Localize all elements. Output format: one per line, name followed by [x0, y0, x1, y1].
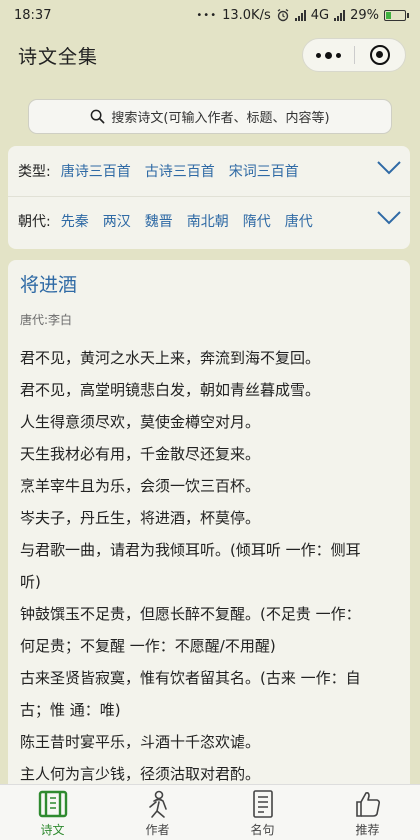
more-button[interactable]	[303, 39, 354, 71]
tab-bar: 诗文 作者 名句 推荐	[0, 784, 420, 840]
poem-line: 岑夫子，丹丘生，将进酒，杯莫停。	[20, 509, 261, 527]
poem-line: 古；惟 通：唯)	[20, 701, 121, 719]
search-placeholder: 搜索诗文(可输入作者、标题、内容等)	[111, 111, 330, 126]
battery-percent: 29%	[350, 7, 379, 23]
tab-poems[interactable]: 诗文	[13, 785, 93, 838]
type-label: 类型:	[18, 164, 51, 180]
dynasty-chip-xianqin[interactable]: 先秦	[61, 211, 89, 231]
status-dots: •••	[196, 9, 218, 21]
poem-author: 唐代:李白	[20, 313, 73, 327]
tab-quotes[interactable]: 名句	[223, 785, 303, 838]
close-button[interactable]	[355, 39, 406, 71]
tab-label: 名句	[250, 823, 275, 837]
page-title: 诗文全集	[18, 45, 99, 68]
poem-line: 何足贵；不复醒 一作：不愿醒/不用醒)	[20, 637, 276, 655]
dynasty-chip-tangdai[interactable]: 唐代	[285, 211, 313, 231]
tab-recommend[interactable]: 推荐	[328, 785, 408, 838]
status-time: 18:37	[14, 7, 52, 23]
signal-icon	[294, 9, 306, 21]
poem-body: 君不见，黄河之水天上来，奔流到海不复回。 君不见，高堂明镜悲白发，朝如青丝暮成雪…	[20, 342, 398, 790]
network-speed: 13.0K/s	[222, 7, 271, 23]
type-chip-gushi300[interactable]: 古诗三百首	[145, 161, 215, 181]
search-icon	[91, 109, 105, 124]
quote-doc-icon	[252, 790, 273, 818]
close-target-icon	[369, 45, 390, 65]
filter-type-row: 类型: 唐诗三百首 古诗三百首 宋词三百首	[8, 146, 410, 196]
poem-line: 听)	[20, 573, 41, 591]
mini-program-capsule	[302, 38, 406, 72]
poem-line: 君不见，黄河之水天上来，奔流到海不复回。	[20, 349, 321, 367]
signal-icon-2	[334, 9, 346, 21]
type-chip-songci300[interactable]: 宋词三百首	[229, 161, 299, 181]
tab-label: 诗文	[40, 823, 65, 837]
dynasty-chip-suidai[interactable]: 隋代	[243, 211, 271, 231]
dynasty-chip-lianghan[interactable]: 两汉	[103, 211, 131, 231]
poem-line: 天生我材必有用，千金散尽还复来。	[20, 445, 261, 463]
filter-dynasty-row: 朝代: 先秦 两汉 魏晋 南北朝 隋代 唐代	[8, 196, 410, 246]
status-right: ••• 13.0K/s 4G 29%	[196, 7, 409, 23]
filter-card: 类型: 唐诗三百首 古诗三百首 宋词三百首 朝代: 先秦 两汉 魏晋 南北朝 隋…	[8, 146, 410, 249]
tab-label: 推荐	[355, 823, 380, 837]
status-bar: 18:37 ••• 13.0K/s 4G 29%	[0, 0, 420, 30]
poem-line: 古来圣贤皆寂寞，惟有饮者留其名。(古来 一作：自	[20, 669, 361, 687]
dynasty-chip-nanbeichao[interactable]: 南北朝	[187, 211, 229, 231]
battery-icon	[384, 9, 409, 21]
poem-book-icon	[38, 790, 67, 818]
poem-line: 人生得意须尽欢，莫使金樽空对月。	[20, 413, 261, 431]
dynasty-chip-weijin[interactable]: 魏晋	[145, 211, 173, 231]
dynasty-label: 朝代:	[18, 214, 51, 230]
poem-line: 君不见，高堂明镜悲白发，朝如青丝暮成雪。	[20, 381, 321, 399]
network-type: 4G	[310, 7, 330, 23]
type-chip-tang300[interactable]: 唐诗三百首	[61, 161, 131, 181]
nav-bar: 诗文全集	[0, 30, 420, 80]
tab-label: 作者	[145, 823, 170, 837]
poem-card[interactable]: 将进酒 唐代:李白 君不见，黄河之水天上来，奔流到海不复回。 君不见，高堂明镜悲…	[8, 260, 410, 800]
poem-line: 与君歌一曲，请君为我倾耳听。(倾耳听 一作：侧耳	[20, 541, 361, 559]
alarm-icon	[277, 8, 289, 22]
author-icon	[148, 790, 167, 818]
search-bar[interactable]: 搜索诗文(可输入作者、标题、内容等)	[28, 99, 392, 134]
poem-line: 烹羊宰牛且为乐，会须一饮三百杯。	[20, 477, 261, 495]
chevron-down-icon[interactable]	[376, 160, 402, 176]
poem-line: 钟鼓馔玉不足贵，但愿长醉不复醒。(不足贵 一作：	[20, 605, 361, 623]
tab-authors[interactable]: 作者	[118, 785, 198, 838]
poem-line: 陈王昔时宴平乐，斗酒十千恣欢谑。	[20, 733, 261, 751]
poem-title[interactable]: 将进酒	[20, 272, 398, 298]
chevron-down-icon[interactable]	[376, 210, 402, 226]
thumbs-up-icon	[355, 792, 380, 817]
more-dots-icon	[315, 51, 341, 59]
